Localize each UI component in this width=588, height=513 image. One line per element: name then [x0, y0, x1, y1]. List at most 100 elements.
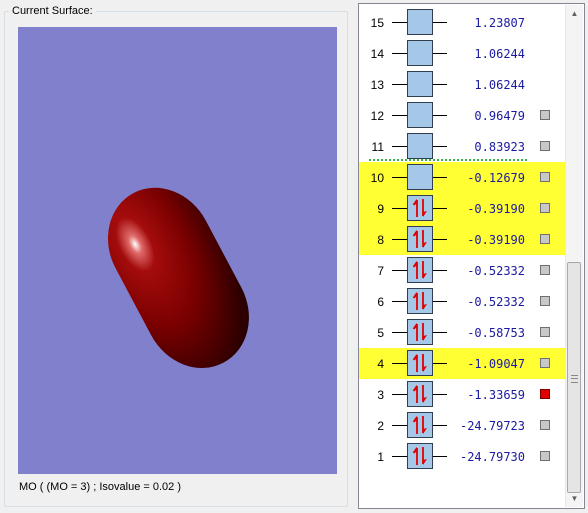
mo-row-15[interactable]: 15 1.23807: [359, 7, 567, 38]
surface-marker[interactable]: [540, 327, 550, 337]
virtual-orbital-box[interactable]: [407, 133, 433, 159]
occupied-orbital-box[interactable]: [407, 226, 433, 252]
electron-pair-icon: [412, 199, 427, 217]
surface-marker[interactable]: [540, 203, 550, 213]
level-line-left: [392, 456, 407, 457]
mo-row-3[interactable]: 3 -1.33659: [359, 379, 567, 410]
orbital-energy: 1.06244: [474, 78, 525, 92]
mo-row-13[interactable]: 13 1.06244: [359, 69, 567, 100]
surface-marker[interactable]: [540, 420, 550, 430]
mo-row-10[interactable]: 10 -0.12679: [359, 162, 567, 193]
orbital-energy: -0.39190: [467, 233, 525, 247]
electron-pair-icon: [412, 416, 427, 434]
homo-lumo-separator: [369, 159, 527, 161]
mo-row-14[interactable]: 14 1.06244: [359, 38, 567, 69]
mo-number: 9: [377, 202, 384, 216]
occupied-orbital-box[interactable]: [407, 257, 433, 283]
mo-number: 14: [370, 47, 384, 61]
orbital-energy: 0.83923: [474, 140, 525, 154]
surface-marker[interactable]: [540, 172, 550, 182]
surface-marker[interactable]: [540, 296, 550, 306]
mo-number: 7: [377, 264, 384, 278]
level-line-right: [433, 177, 447, 178]
mo-row-9[interactable]: 9 -0.39190: [359, 193, 567, 224]
orbital-energy: -0.52332: [467, 295, 525, 309]
surface-viewport[interactable]: [18, 27, 337, 474]
surface-marker-selected[interactable]: [540, 389, 550, 399]
level-line-left: [392, 53, 407, 54]
level-line-right: [433, 53, 447, 54]
level-line-right: [433, 84, 447, 85]
mo-list-scrollbar[interactable]: ▲ ▼: [565, 5, 583, 507]
scroll-thumb[interactable]: [567, 262, 581, 493]
mo-row-2[interactable]: 2 -24.79723: [359, 410, 567, 441]
surface-marker[interactable]: [540, 265, 550, 275]
virtual-orbital-box[interactable]: [407, 71, 433, 97]
level-line-left: [392, 208, 407, 209]
level-line-right: [433, 115, 447, 116]
mo-number: 6: [377, 295, 384, 309]
mo-row-5[interactable]: 5 -0.58753: [359, 317, 567, 348]
mo-row-7[interactable]: 7 -0.52332: [359, 255, 567, 286]
level-line-left: [392, 115, 407, 116]
level-line-right: [433, 456, 447, 457]
occupied-orbital-box[interactable]: [407, 195, 433, 221]
level-line-left: [392, 425, 407, 426]
mo-row-6[interactable]: 6 -0.52332: [359, 286, 567, 317]
orbital-energy: -0.58753: [467, 326, 525, 340]
level-line-left: [392, 84, 407, 85]
level-line-right: [433, 270, 447, 271]
level-line-right: [433, 239, 447, 240]
level-line-left: [392, 270, 407, 271]
surface-marker[interactable]: [540, 110, 550, 120]
electron-pair-icon: [412, 292, 427, 310]
occupied-orbital-box[interactable]: [407, 412, 433, 438]
electron-pair-icon: [412, 354, 427, 372]
mo-number: 12: [370, 109, 384, 123]
occupied-orbital-box[interactable]: [407, 381, 433, 407]
scroll-up-icon[interactable]: ▲: [566, 5, 583, 22]
surface-marker[interactable]: [540, 451, 550, 461]
orbital-energy: 1.06244: [474, 47, 525, 61]
mo-number: 11: [371, 140, 384, 154]
mo-row-1[interactable]: 1 -24.79730: [359, 441, 567, 472]
mo-row-8[interactable]: 8 -0.39190: [359, 224, 567, 255]
grip-icon: [571, 375, 578, 383]
level-line-left: [392, 301, 407, 302]
occupied-orbital-box[interactable]: [407, 443, 433, 469]
mo-row-4[interactable]: 4 -1.09047: [359, 348, 567, 379]
mo-number: 8: [377, 233, 384, 247]
virtual-orbital-box[interactable]: [407, 102, 433, 128]
virtual-orbital-box[interactable]: [407, 40, 433, 66]
mo-number: 15: [370, 16, 384, 30]
surface-marker[interactable]: [540, 358, 550, 368]
electron-pair-icon: [412, 385, 427, 403]
level-line-left: [392, 177, 407, 178]
virtual-orbital-box[interactable]: [407, 9, 433, 35]
occupied-orbital-box[interactable]: [407, 350, 433, 376]
occupied-orbital-box[interactable]: [407, 319, 433, 345]
electron-pair-icon: [412, 323, 427, 341]
electron-pair-icon: [412, 261, 427, 279]
level-line-right: [433, 363, 447, 364]
level-line-left: [392, 363, 407, 364]
virtual-orbital-box[interactable]: [407, 164, 433, 190]
orbital-energy: -0.39190: [467, 202, 525, 216]
occupied-orbital-box[interactable]: [407, 288, 433, 314]
mo-row-12[interactable]: 12 0.96479: [359, 100, 567, 131]
level-line-left: [392, 22, 407, 23]
scroll-down-icon[interactable]: ▼: [566, 490, 583, 507]
level-line-left: [392, 239, 407, 240]
orbital-energy: -0.12679: [467, 171, 525, 185]
mo-number: 10: [370, 171, 384, 185]
mo-number: 4: [377, 357, 384, 371]
level-line-right: [433, 332, 447, 333]
surface-marker[interactable]: [540, 234, 550, 244]
level-line-left: [392, 394, 407, 395]
mo-row-11[interactable]: 11 0.83923: [359, 131, 567, 162]
orbital-energy: -0.52332: [467, 264, 525, 278]
surface-marker[interactable]: [540, 141, 550, 151]
mo-list-panel[interactable]: 15 1.23807 14 1.06244 13 1.06244 12 0.96479 11 0.…: [358, 3, 585, 509]
level-line-right: [433, 208, 447, 209]
orbital-energy: -1.09047: [467, 357, 525, 371]
